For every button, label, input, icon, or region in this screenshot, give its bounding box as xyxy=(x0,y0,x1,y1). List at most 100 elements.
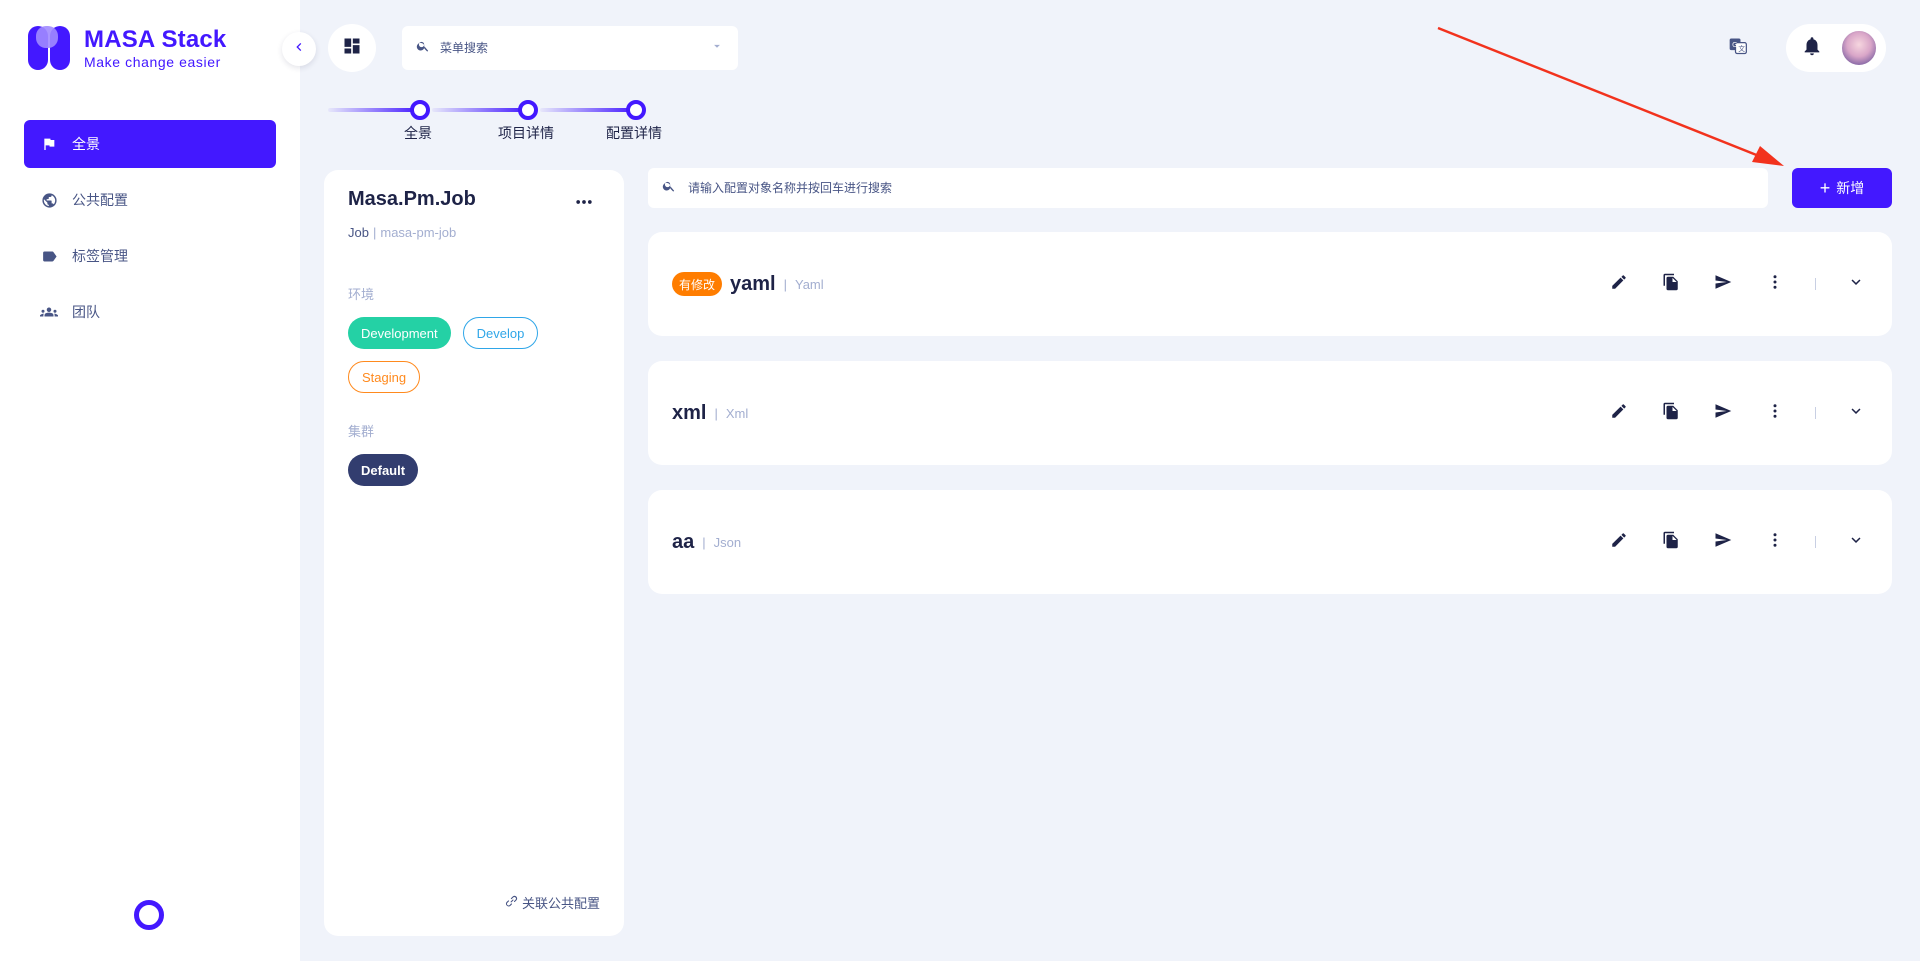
step-connector xyxy=(432,108,528,112)
env-chip-staging[interactable]: Staging xyxy=(348,361,421,393)
config-actions xyxy=(1579,232,1868,336)
sidebar-item-label: 全景 xyxy=(72,136,100,152)
more-button[interactable] xyxy=(1763,272,1787,296)
expand-button[interactable] xyxy=(1844,272,1868,296)
sidebar-item-label: 标签管理 xyxy=(72,248,128,264)
step-overview[interactable]: 全景 xyxy=(378,123,458,143)
config-format: Json xyxy=(713,534,742,550)
globe-icon xyxy=(40,191,58,209)
send-icon xyxy=(1714,402,1732,425)
step-dot[interactable] xyxy=(518,100,538,120)
project-more-button[interactable] xyxy=(572,192,596,216)
loading-spinner-icon xyxy=(134,900,164,930)
copy-icon xyxy=(1662,273,1680,296)
step-connector xyxy=(328,108,420,112)
sidebar-nav: 全景 公共配置 标签管理 团队 xyxy=(24,120,276,344)
more-button[interactable] xyxy=(1763,530,1787,554)
more-button[interactable] xyxy=(1763,401,1787,425)
breadcrumb-stepper: 全景 项目详情 配置详情 xyxy=(328,96,662,146)
step-config-detail[interactable]: 配置详情 xyxy=(594,123,674,143)
config-name: aa xyxy=(672,530,695,553)
edit-button[interactable] xyxy=(1607,272,1631,296)
config-actions xyxy=(1579,490,1868,594)
chevron-left-icon xyxy=(291,39,307,60)
separator: | xyxy=(372,225,377,240)
sidebar-item-public-config[interactable]: 公共配置 xyxy=(24,176,276,224)
add-config-button[interactable]: + 新增 xyxy=(1792,168,1892,208)
menu-search[interactable] xyxy=(402,26,738,70)
add-config-label: 新增 xyxy=(1836,180,1865,196)
pencil-icon xyxy=(1610,402,1628,425)
project-meta: Job | masa-pm-job xyxy=(348,225,600,240)
plus-icon: + xyxy=(1819,178,1831,198)
config-item-yaml[interactable]: 有修改 yaml | Yaml xyxy=(648,232,1892,336)
copy-button[interactable] xyxy=(1659,272,1683,296)
language-toggle-button[interactable]: G 文 xyxy=(1724,34,1752,62)
step-dot[interactable] xyxy=(410,100,430,120)
divider xyxy=(1815,278,1816,290)
sidebar-item-team[interactable]: 团队 xyxy=(24,288,276,336)
translate-icon: G 文 xyxy=(1728,36,1748,61)
menu-search-input[interactable] xyxy=(440,41,710,55)
step-project-detail[interactable]: 项目详情 xyxy=(486,123,566,143)
logo[interactable]: MASA Stack Make change easier xyxy=(28,26,226,70)
chevron-down-icon xyxy=(1847,531,1865,554)
masa-logo-icon xyxy=(28,26,72,70)
logo-title: MASA Stack xyxy=(84,25,227,53)
modified-badge: 有修改 xyxy=(672,272,723,296)
config-format: Xml xyxy=(725,405,749,421)
config-item-aa[interactable]: aa | Json xyxy=(648,490,1892,594)
divider xyxy=(1815,536,1816,548)
pencil-icon xyxy=(1610,273,1628,296)
env-chip-develop[interactable]: Develop xyxy=(462,317,539,349)
sidebar-item-overview[interactable]: 全景 xyxy=(24,120,276,168)
pencil-icon xyxy=(1610,531,1628,554)
config-search[interactable] xyxy=(648,168,1768,208)
search-icon xyxy=(416,39,430,58)
release-button[interactable] xyxy=(1711,530,1735,554)
flag-icon xyxy=(40,135,58,153)
separator: | xyxy=(714,405,718,421)
copy-icon xyxy=(1662,402,1680,425)
config-item-xml[interactable]: xml | Xml xyxy=(648,361,1892,465)
config-actions xyxy=(1579,361,1868,465)
release-button[interactable] xyxy=(1711,401,1735,425)
label-icon xyxy=(40,247,58,265)
config-format: Yaml xyxy=(795,276,824,292)
chevron-down-icon xyxy=(1847,273,1865,296)
caret-down-icon[interactable] xyxy=(710,39,724,58)
link-public-config-button[interactable]: 关联公共配置 xyxy=(505,893,600,912)
cluster-chip-default[interactable]: Default xyxy=(348,454,419,486)
copy-button[interactable] xyxy=(1659,401,1683,425)
avatar[interactable] xyxy=(1840,29,1878,67)
more-vertical-icon xyxy=(1766,531,1784,554)
edit-button[interactable] xyxy=(1607,401,1631,425)
cluster-chips: Default xyxy=(348,454,600,486)
user-toolbar xyxy=(1786,24,1886,72)
copy-button[interactable] xyxy=(1659,530,1683,554)
sidebar: MASA Stack Make change easier 全景 公共配置 标签… xyxy=(0,0,300,961)
more-vertical-icon xyxy=(1766,273,1784,296)
step-dot[interactable] xyxy=(626,100,646,120)
expand-button[interactable] xyxy=(1844,401,1868,425)
release-button[interactable] xyxy=(1711,272,1735,296)
divider xyxy=(1815,407,1816,419)
project-identity: masa-pm-job xyxy=(380,225,457,240)
step-connector xyxy=(540,108,636,112)
config-search-input[interactable] xyxy=(688,181,1754,195)
notifications-button[interactable] xyxy=(1800,36,1824,60)
bell-icon xyxy=(1801,35,1823,62)
search-icon xyxy=(662,179,676,198)
edit-button[interactable] xyxy=(1607,530,1631,554)
sidebar-item-label-management[interactable]: 标签管理 xyxy=(24,232,276,280)
send-icon xyxy=(1714,273,1732,296)
link-public-config-label: 关联公共配置 xyxy=(521,896,600,911)
collapse-sidebar-button[interactable] xyxy=(282,32,316,66)
project-name: Masa.Pm.Job xyxy=(348,188,476,210)
chevron-down-icon xyxy=(1847,402,1865,425)
expand-button[interactable] xyxy=(1844,530,1868,554)
dashboard-button[interactable] xyxy=(328,24,376,72)
dashboard-icon xyxy=(342,36,362,61)
link-icon xyxy=(505,895,522,911)
env-chip-development[interactable]: Development xyxy=(348,317,451,349)
